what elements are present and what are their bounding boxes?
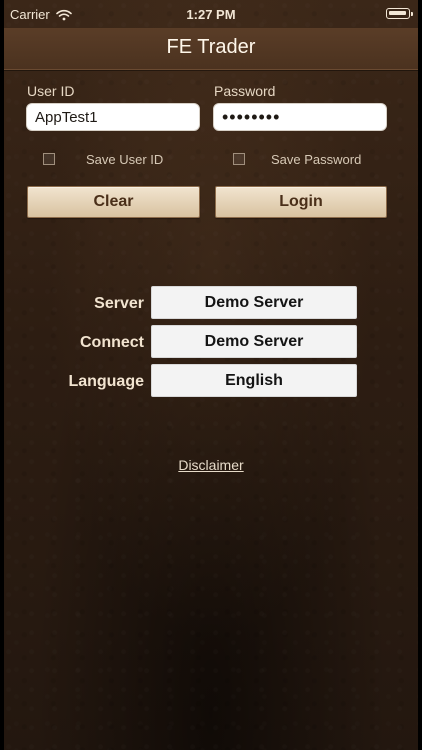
login-button[interactable]: Login bbox=[215, 186, 387, 218]
save-user-id-label: Save User ID bbox=[86, 152, 164, 167]
password-label: Password bbox=[214, 83, 276, 99]
disclaimer-link[interactable]: Disclaimer bbox=[4, 457, 418, 473]
language-select[interactable]: English bbox=[151, 364, 357, 397]
save-user-id-checkbox[interactable] bbox=[43, 153, 55, 165]
title-bar: FE Trader bbox=[4, 28, 418, 70]
status-time: 1:27 PM bbox=[186, 7, 236, 22]
user-id-field[interactable]: AppTest1 bbox=[26, 103, 200, 131]
connect-label: Connect bbox=[80, 334, 144, 351]
app-screen: Carrier 1:27 PM FE Trader User ID AppTes… bbox=[4, 0, 418, 750]
connect-select[interactable]: Demo Server bbox=[151, 325, 357, 358]
battery-icon bbox=[386, 8, 413, 19]
password-field[interactable]: •••••••• bbox=[213, 103, 387, 131]
device-frame: Carrier 1:27 PM FE Trader User ID AppTes… bbox=[0, 0, 422, 750]
save-password-label: Save Password bbox=[271, 152, 362, 167]
user-id-value: AppTest1 bbox=[35, 108, 98, 126]
server-label: Server bbox=[94, 295, 144, 312]
battery-level bbox=[389, 11, 406, 15]
language-label: Language bbox=[68, 373, 144, 390]
status-bar: Carrier 1:27 PM bbox=[4, 0, 418, 28]
save-password-checkbox[interactable] bbox=[233, 153, 245, 165]
server-select[interactable]: Demo Server bbox=[151, 286, 357, 319]
password-value: •••••••• bbox=[222, 107, 281, 127]
clear-button[interactable]: Clear bbox=[27, 186, 200, 218]
app-title: FE Trader bbox=[166, 36, 256, 58]
user-id-label: User ID bbox=[27, 83, 75, 99]
